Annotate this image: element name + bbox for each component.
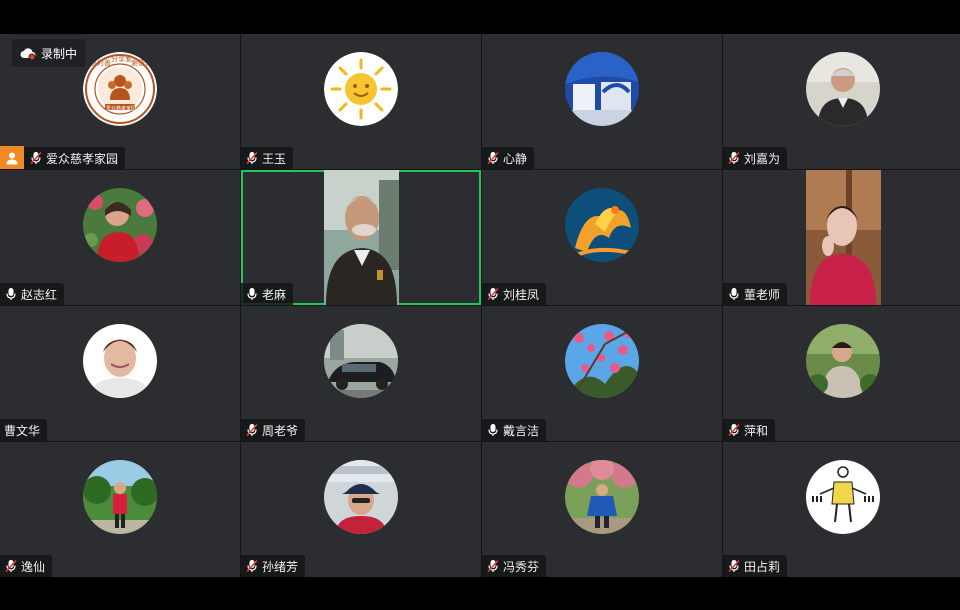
participant-name: 田占莉 (744, 559, 781, 574)
mic-on-icon (245, 287, 259, 301)
avatar (83, 188, 157, 262)
logo-text: 爱众慈孝家园 (106, 106, 137, 112)
mic-muted-icon (727, 151, 741, 165)
avatar (565, 324, 639, 398)
host-badge (0, 146, 24, 169)
mic-muted-icon (245, 423, 259, 437)
avatar (83, 460, 157, 534)
name-tag: 老麻 (241, 283, 294, 305)
cloud-record-icon (20, 47, 36, 60)
participant-tile[interactable]: 刘桂凤 (482, 170, 722, 305)
participant-tile[interactable]: 逸仙 (0, 442, 240, 577)
name-tag: 周老爷 (241, 419, 306, 441)
avatar (806, 460, 880, 534)
name-tag: 爱众慈孝家园 (0, 146, 126, 169)
avatar (324, 324, 398, 398)
avatar (83, 324, 157, 398)
mic-muted-icon (486, 287, 500, 301)
name-tag: 逸仙 (0, 555, 53, 577)
video-feed (324, 170, 399, 305)
mic-muted-icon (4, 559, 18, 573)
participant-name: 心静 (503, 151, 528, 166)
participant-name: 刘桂凤 (503, 287, 540, 302)
name-tag: 戴言洁 (482, 419, 547, 441)
name-tag: 赵志红 (0, 283, 65, 305)
participant-tile[interactable]: 周老爷 (241, 306, 481, 441)
name-tag: 萍和 (723, 419, 776, 441)
participant-tile[interactable]: 曹文华 (0, 306, 240, 441)
name-tag: 心静 (482, 147, 535, 169)
participant-name: 戴言洁 (503, 423, 540, 438)
participant-tile[interactable]: 赵志红 (0, 170, 240, 305)
avatar (806, 324, 880, 398)
avatar: 感为善 分享爱 谢德智 爱众慈孝家园 (83, 52, 157, 126)
avatar (565, 460, 639, 534)
avatar (324, 460, 398, 534)
participant-tile[interactable]: 董老师 (723, 170, 960, 305)
participant-name: 周老爷 (262, 423, 299, 438)
mic-muted-icon (486, 151, 500, 165)
participant-name: 刘嘉为 (744, 151, 781, 166)
mic-muted-icon (727, 423, 741, 437)
name-tag: 孙绪芳 (241, 555, 306, 577)
participant-name: 王玉 (262, 151, 287, 166)
participant-name: 曹文华 (4, 423, 41, 438)
participant-tile[interactable]: 心静 (482, 34, 722, 169)
name-tag: 冯秀芬 (482, 555, 547, 577)
mic-on-icon (486, 423, 500, 437)
participant-tile[interactable]: 王玉 (241, 34, 481, 169)
name-tag: 董老师 (723, 283, 788, 305)
recording-label: 录制中 (41, 46, 78, 61)
participant-name: 赵志红 (21, 287, 58, 302)
name-tag: 王玉 (241, 147, 294, 169)
video-grid: 感为善 分享爱 谢德智 爱众慈孝家园 爱众慈孝家园 王玉 心静 刘嘉为 赵志红 … (0, 34, 960, 577)
name-tag: 田占莉 (723, 555, 788, 577)
participant-tile[interactable]: 田占莉 (723, 442, 960, 577)
participant-tile[interactable]: 孙绪芳 (241, 442, 481, 577)
name-tag: 刘桂凤 (482, 283, 547, 305)
participant-name: 萍和 (744, 423, 769, 438)
mic-muted-icon (486, 559, 500, 573)
name-tag: 曹文华 (0, 419, 48, 441)
logo-text: 感为善 (90, 59, 111, 67)
mic-on-icon (727, 287, 741, 301)
participant-name: 逸仙 (21, 559, 46, 574)
mic-on-icon (4, 287, 18, 301)
video-feed (806, 170, 881, 305)
recording-indicator[interactable]: 录制中 (12, 39, 86, 67)
avatar (324, 52, 398, 126)
avatar (565, 52, 639, 126)
mic-muted-icon (245, 151, 259, 165)
logo-text: 谢德智 (131, 59, 152, 67)
mic-muted-icon (29, 151, 43, 165)
mic-muted-icon (727, 559, 741, 573)
mic-muted-icon (245, 559, 259, 573)
participant-tile[interactable]: 戴言洁 (482, 306, 722, 441)
avatar (806, 52, 880, 126)
name-tag: 刘嘉为 (723, 147, 788, 169)
person-icon (6, 152, 18, 165)
participant-name: 爱众慈孝家园 (46, 151, 119, 166)
participant-tile[interactable]: 刘嘉为 (723, 34, 960, 169)
participant-name: 孙绪芳 (262, 559, 299, 574)
avatar (565, 188, 639, 262)
participant-tile[interactable]: 冯秀芬 (482, 442, 722, 577)
participant-name: 冯秀芬 (503, 559, 540, 574)
participant-tile[interactable]: 萍和 (723, 306, 960, 441)
participant-tile-active-speaker[interactable]: 老麻 (241, 170, 481, 305)
logo-text: 分享爱 (111, 55, 132, 63)
participant-name: 董老师 (744, 287, 781, 302)
participant-name: 老麻 (262, 287, 287, 302)
